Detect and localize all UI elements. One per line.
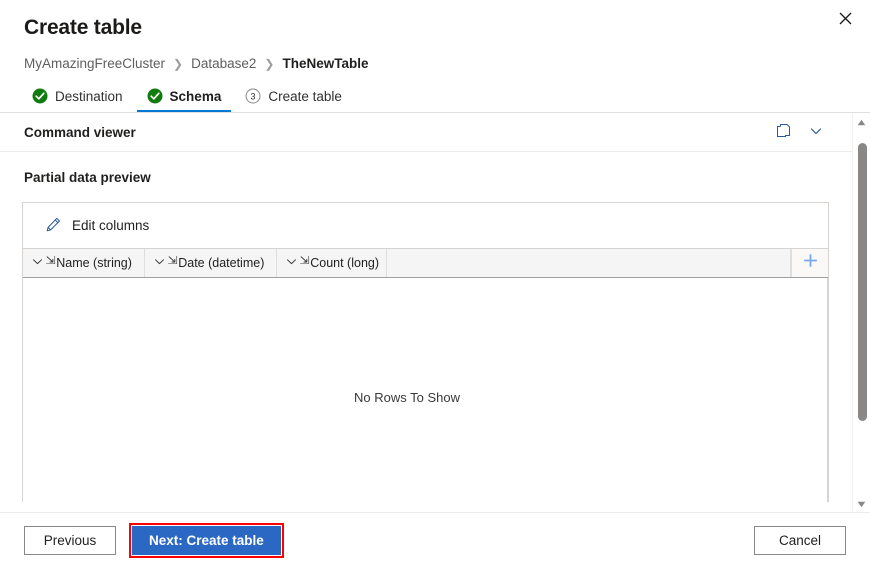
content-scroll: Command viewer Partial data preview Edit… (0, 113, 853, 512)
cancel-button[interactable]: Cancel (754, 526, 846, 555)
chevron-down-icon (809, 124, 823, 141)
tab-schema-label: Schema (169, 88, 222, 104)
grid-body: No Rows To Show (23, 278, 828, 502)
breadcrumb-separator: ❯ (173, 56, 184, 71)
next-create-table-button[interactable]: Next: Create table (132, 526, 281, 555)
check-circle-icon (32, 88, 48, 104)
tab-destination-label: Destination (55, 88, 123, 104)
column-header-date[interactable]: ⇲ Date (datetime) (145, 249, 277, 277)
previous-button[interactable]: Previous (24, 526, 116, 555)
scrollbar-track[interactable] (854, 130, 869, 495)
column-type-icon: ⇲ (167, 254, 178, 267)
page-title: Create table (24, 16, 142, 39)
column-type-icon: ⇲ (299, 254, 310, 267)
triangle-down-icon (857, 495, 866, 513)
grid-column-headers: ⇲ Name (string) ⇲ Date (datetime) ⇲ Coun… (23, 249, 828, 278)
command-viewer-actions (771, 119, 829, 145)
next-button-highlight: Next: Create table (129, 523, 284, 558)
tab-destination[interactable]: Destination (22, 82, 133, 112)
grid-toolbar: Edit columns (23, 203, 828, 249)
content-scrollbar[interactable] (852, 113, 870, 512)
add-column-button[interactable] (791, 249, 828, 277)
edit-columns-button[interactable]: Edit columns (39, 212, 155, 240)
check-circle-icon (147, 88, 163, 104)
scrollbar-thumb[interactable] (858, 143, 867, 421)
chevron-down-icon (285, 255, 298, 271)
breadcrumb-item-table: TheNewTable (282, 56, 369, 71)
tab-schema[interactable]: Schema (136, 82, 232, 112)
data-preview-grid: Edit columns ⇲ Name (string) ⇲ Date (dat… (22, 202, 829, 502)
content-region: Command viewer Partial data preview Edit… (0, 113, 870, 513)
svg-text:3: 3 (251, 91, 256, 101)
tab-create-table-label: Create table (268, 88, 342, 104)
column-header-count[interactable]: ⇲ Count (long) (277, 249, 387, 277)
empty-state-message: No Rows To Show (354, 390, 460, 405)
breadcrumb: MyAmazingFreeCluster ❯ Database2 ❯ TheNe… (0, 42, 870, 71)
command-viewer-bar: Command viewer (0, 113, 853, 152)
dialog-footer: Previous Next: Create table Cancel (0, 513, 870, 568)
grid-header-filler (387, 249, 791, 277)
partial-data-preview-title: Partial data preview (24, 170, 151, 185)
create-table-dialog: Create table MyAmazingFreeCluster ❯ Data… (0, 0, 870, 568)
copy-icon (776, 123, 792, 142)
step-number-icon: 3 (245, 88, 261, 104)
column-header-name[interactable]: ⇲ Name (string) (23, 249, 145, 277)
chevron-down-icon (31, 255, 44, 271)
column-header-count-label: Count (long) (310, 256, 380, 270)
edit-columns-label: Edit columns (72, 218, 150, 233)
breadcrumb-item-database[interactable]: Database2 (191, 56, 256, 71)
breadcrumb-separator: ❯ (264, 56, 275, 71)
plus-icon (802, 252, 819, 274)
column-header-date-label: Date (datetime) (178, 256, 265, 270)
dialog-header: Create table (0, 0, 870, 42)
pencil-icon (45, 216, 62, 236)
chevron-down-icon (153, 255, 166, 271)
wizard-tabs: Destination Schema 3 Create table (0, 81, 870, 113)
close-button[interactable] (828, 2, 862, 36)
tab-create-table[interactable]: 3 Create table (235, 82, 352, 112)
close-icon (839, 11, 852, 28)
breadcrumb-item-cluster[interactable]: MyAmazingFreeCluster (24, 56, 165, 71)
command-viewer-title: Command viewer (24, 124, 136, 140)
triangle-up-icon (857, 113, 866, 131)
column-type-icon: ⇲ (45, 254, 56, 267)
column-header-name-label: Name (string) (56, 256, 132, 270)
copy-button[interactable] (771, 119, 797, 145)
scroll-up-button[interactable] (853, 113, 870, 130)
scroll-down-button[interactable] (853, 495, 870, 512)
expand-command-viewer-button[interactable] (803, 119, 829, 145)
